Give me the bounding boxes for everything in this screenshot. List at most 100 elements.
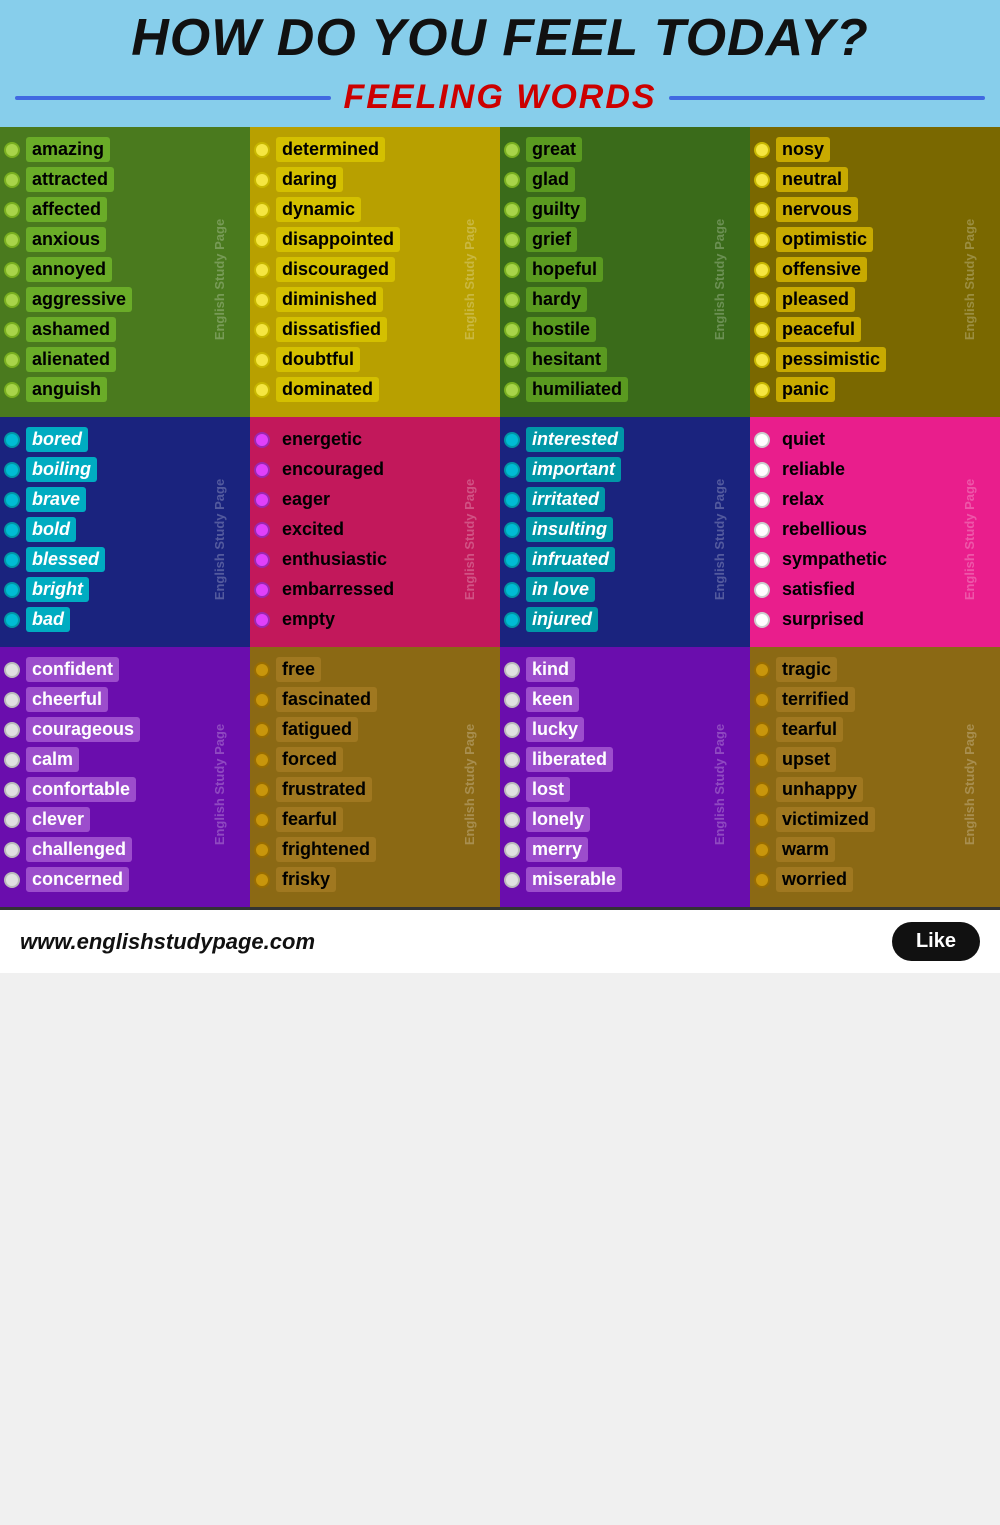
word-dot <box>754 202 770 218</box>
word-item: merry <box>504 837 742 862</box>
word-label: fatigued <box>276 717 358 742</box>
word-dot <box>4 322 20 338</box>
word-label: embarressed <box>276 577 400 602</box>
word-item: anguish <box>4 377 242 402</box>
word-dot <box>504 582 520 598</box>
word-dot <box>754 522 770 538</box>
word-dot <box>504 432 520 448</box>
word-dot <box>754 812 770 828</box>
word-item: alienated <box>4 347 242 372</box>
subtitle-line-left <box>15 96 331 100</box>
word-dot <box>254 872 270 888</box>
word-label: nervous <box>776 197 858 222</box>
word-label: frightened <box>276 837 376 862</box>
word-dot <box>504 692 520 708</box>
word-dot <box>504 812 520 828</box>
word-item: energetic <box>254 427 492 452</box>
word-item: offensive <box>754 257 992 282</box>
word-label: liberated <box>526 747 613 772</box>
word-label: hopeful <box>526 257 603 282</box>
word-item: injured <box>504 607 742 632</box>
word-dot <box>254 662 270 678</box>
word-item: challenged <box>4 837 242 862</box>
word-label: important <box>526 457 621 482</box>
word-item: bored <box>4 427 242 452</box>
word-dot <box>4 142 20 158</box>
word-item: encouraged <box>254 457 492 482</box>
word-label: concerned <box>26 867 129 892</box>
word-item: tearful <box>754 717 992 742</box>
word-item: diminished <box>254 287 492 312</box>
word-label: tearful <box>776 717 843 742</box>
word-dot <box>254 552 270 568</box>
word-label: courageous <box>26 717 140 742</box>
word-label: dissatisfied <box>276 317 387 342</box>
word-item: pessimistic <box>754 347 992 372</box>
word-item: terrified <box>754 687 992 712</box>
word-label: confident <box>26 657 119 682</box>
word-dot <box>254 752 270 768</box>
word-dot <box>4 432 20 448</box>
word-label: bad <box>26 607 70 632</box>
word-item: liberated <box>504 747 742 772</box>
word-label: excited <box>276 517 350 542</box>
word-label: bright <box>26 577 89 602</box>
word-dot <box>504 612 520 628</box>
word-dot <box>254 142 270 158</box>
word-dot <box>4 292 20 308</box>
word-item: confortable <box>4 777 242 802</box>
word-label: offensive <box>776 257 867 282</box>
word-dot <box>254 462 270 478</box>
word-item: relax <box>754 487 992 512</box>
word-item: aggressive <box>4 287 242 312</box>
word-dot <box>504 462 520 478</box>
word-dot <box>754 612 770 628</box>
word-label: lucky <box>526 717 584 742</box>
word-label: satisfied <box>776 577 861 602</box>
cell-r1c3: greatgladguiltygriefhopefulhardyhostileh… <box>500 127 750 417</box>
word-label: optimistic <box>776 227 873 252</box>
word-dot <box>504 782 520 798</box>
word-dot <box>754 842 770 858</box>
word-label: terrified <box>776 687 855 712</box>
main-title: HOW DO YOU FEEL TODAY? <box>15 10 985 67</box>
word-dot <box>754 582 770 598</box>
word-item: clever <box>4 807 242 832</box>
word-label: kind <box>526 657 575 682</box>
word-dot <box>754 352 770 368</box>
word-dot <box>504 552 520 568</box>
word-dot <box>504 662 520 678</box>
word-dot <box>254 202 270 218</box>
word-item: surprised <box>754 607 992 632</box>
word-label: pleased <box>776 287 855 312</box>
word-item: free <box>254 657 492 682</box>
word-dot <box>754 492 770 508</box>
footer: www.englishstudypage.com Like <box>0 907 1000 973</box>
word-item: courageous <box>4 717 242 742</box>
word-label: unhappy <box>776 777 863 802</box>
word-label: guilty <box>526 197 586 222</box>
word-label: bored <box>26 427 88 452</box>
cell-r2c4: quietreliablerelaxrebellioussympathetics… <box>750 417 1000 647</box>
word-item: fascinated <box>254 687 492 712</box>
word-item: amazing <box>4 137 242 162</box>
like-button[interactable]: Like <box>892 922 980 961</box>
word-label: fascinated <box>276 687 377 712</box>
word-dot <box>4 262 20 278</box>
word-label: warm <box>776 837 835 862</box>
word-label: humiliated <box>526 377 628 402</box>
word-item: disappointed <box>254 227 492 252</box>
word-dot <box>4 782 20 798</box>
cell-r1c1: amazingattractedaffectedanxiousannoyedag… <box>0 127 250 417</box>
word-dot <box>754 262 770 278</box>
word-item: frisky <box>254 867 492 892</box>
word-label: aggressive <box>26 287 132 312</box>
word-item: bright <box>4 577 242 602</box>
word-label: miserable <box>526 867 622 892</box>
word-dot <box>754 782 770 798</box>
word-label: tragic <box>776 657 837 682</box>
word-item: upset <box>754 747 992 772</box>
page-wrapper: HOW DO YOU FEEL TODAY? FEELING WORDS ama… <box>0 0 1000 973</box>
cell-r1c2: determineddaringdynamicdisappointeddisco… <box>250 127 500 417</box>
word-label: frustrated <box>276 777 372 802</box>
